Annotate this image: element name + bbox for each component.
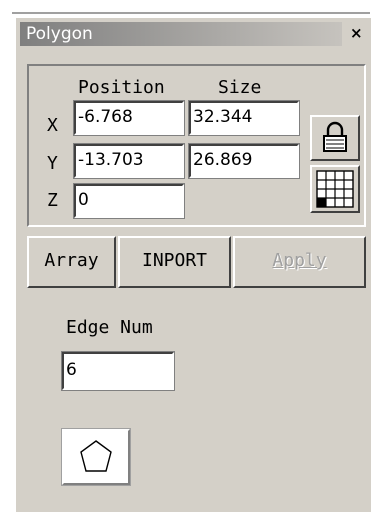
position-y-field[interactable]: -13.703 <box>73 143 185 179</box>
top-divider <box>12 12 370 14</box>
close-button[interactable]: × <box>350 24 363 42</box>
lock-icon <box>323 121 347 152</box>
title-bar[interactable]: Polygon × <box>20 22 370 46</box>
apply-button-label: Apply <box>272 250 327 271</box>
pentagon-icon <box>80 440 112 472</box>
y-label: Y <box>47 153 58 174</box>
array-button[interactable]: Array <box>27 236 116 288</box>
apply-button[interactable]: Apply <box>233 236 366 288</box>
edge-num-field[interactable]: 6 <box>61 351 175 391</box>
x-label: X <box>47 115 58 136</box>
z-label: Z <box>47 190 58 211</box>
lock-aspect-button[interactable] <box>310 115 360 161</box>
import-button[interactable]: INPORT <box>118 236 231 288</box>
position-header: Position <box>78 77 165 98</box>
position-x-field[interactable]: -6.768 <box>73 100 185 136</box>
size-y-field[interactable]: 26.869 <box>188 143 300 179</box>
grid-anchor-icon <box>316 170 354 208</box>
edge-num-label: Edge Num <box>66 317 153 338</box>
size-x-field[interactable]: 32.344 <box>188 100 300 136</box>
size-header: Size <box>218 77 262 98</box>
title-gradient: Polygon <box>20 22 342 46</box>
shape-preview-button[interactable] <box>61 428 131 486</box>
position-z-field[interactable]: 0 <box>73 183 185 219</box>
anchor-grid-button[interactable] <box>310 165 360 213</box>
panel-title: Polygon <box>26 24 93 44</box>
